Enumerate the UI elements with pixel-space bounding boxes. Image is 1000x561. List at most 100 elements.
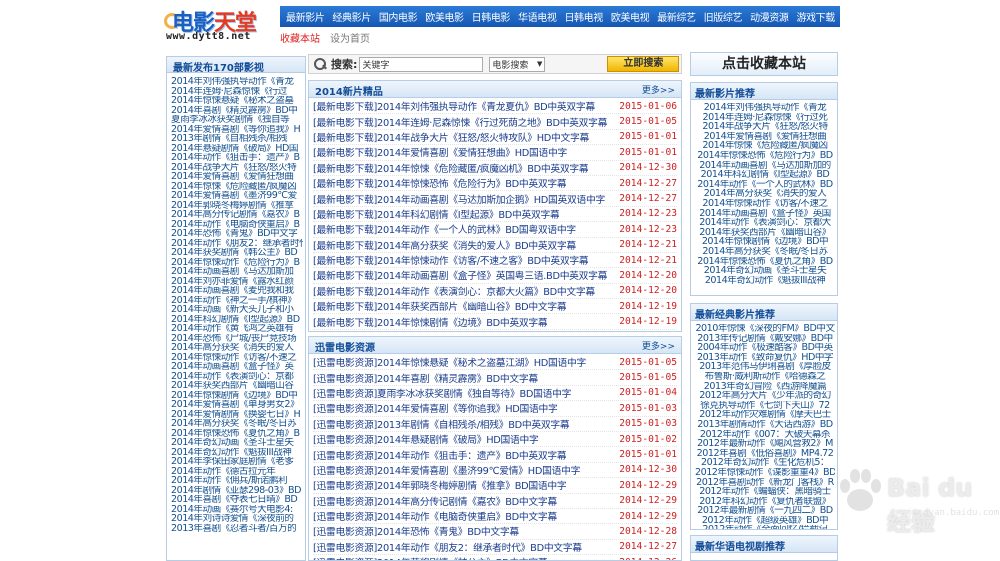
movie-link[interactable]: 2014年高分获奖《冬眠/冬日苏	[171, 419, 303, 429]
recommended-movie-link[interactable]: 2014年惊悚《危险藏匿/疯魔凶	[695, 141, 835, 151]
movie-title-link[interactable]: [迅雷电影资源]2014年动作《狙击手：遗产》BD中英双字幕	[313, 448, 566, 462]
movie-title-link[interactable]: [最新电影下载]2014年惊悚恐怖《危险行为》BD中英双字幕	[313, 176, 566, 190]
movie-link[interactable]: 2014年刘亦菲爱情《露水红颜	[171, 277, 303, 287]
movie-title-link[interactable]: [迅雷电影资源]2014年高分传记剧情《嘉农》BD中文字幕	[313, 494, 557, 508]
recommended-movie-link[interactable]: 2014年获奖西部片《幽暗山谷》	[695, 228, 835, 238]
movie-link[interactable]: 2014年爱情喜剧《等你追我》H	[171, 125, 303, 135]
movie-link[interactable]: 2014年动作《表演剑心：京都	[171, 372, 303, 382]
add-favorite-link[interactable]: 收藏本站	[280, 30, 320, 45]
nav-item[interactable]: 国内电影	[375, 9, 421, 24]
movie-title-link[interactable]: [最新电影下载]2014年动作《表演剑心：京都大火篇》BD中文字幕	[313, 284, 595, 298]
recommended-movie-link[interactable]: 2014年惊悚动作《访客/不速之	[695, 199, 835, 209]
new-movies-more-link[interactable]: 更多>>	[642, 83, 675, 97]
movie-title-link[interactable]: [最新电影下载]2014年惊悚剧情《边境》BD中英双字幕	[313, 315, 547, 329]
movie-title-link[interactable]: [迅雷电影资源]2013年剧情《自相残杀/相残》BD中英双字幕	[313, 417, 569, 431]
classic-movie-link[interactable]: 2013年奇幻冒险《西游降魔篇	[695, 382, 835, 392]
movie-title-link[interactable]: [最新电影下载]2014年科幻剧情《I型起源》BD中英双字幕	[313, 207, 559, 221]
movie-link[interactable]: 2013年喜剧《忍者斗者/百万的	[171, 524, 303, 534]
classic-movie-link[interactable]: 2012年科幻动作《复仇者联盟》	[695, 497, 835, 507]
classic-movie-link[interactable]: 2012年高分大片《少年派的奇幻	[695, 391, 835, 401]
movie-title-link[interactable]: [迅雷电影资源]2014年获奖剧情《韩公主》BD中文字幕	[313, 555, 547, 560]
movie-link[interactable]: 2014年动作《电脑奇侠重启》B	[171, 220, 303, 230]
recommended-movie-link[interactable]: 2014年惊悚恐怖《夏仇之角》BD	[695, 257, 835, 267]
movie-link[interactable]: 2014年动画喜剧《马达加斯加	[171, 267, 303, 277]
movie-link[interactable]: 2014年动作《朋友2：继承者时代	[171, 239, 303, 249]
classic-movie-link[interactable]: 2012年喜剧《低俗喜剧》MP4.72	[695, 449, 835, 459]
search-input[interactable]: 关键字	[359, 56, 484, 72]
movie-link[interactable]: 2014年惊悚动作《危险行为》B	[171, 258, 303, 268]
classic-movie-link[interactable]: 2004年动作《极速酷客》BD中英	[695, 343, 835, 353]
classic-movie-link[interactable]: 徐克执导动作《七剑下天山》72	[695, 401, 835, 411]
recommended-movie-link[interactable]: 2014年动作《一个人的武林》BD	[695, 180, 835, 190]
classic-movie-link[interactable]: 2013年剧情动作《大话西游》BD	[695, 420, 835, 430]
movie-link[interactable]: 2014年惊悚剧情《边境》BD中	[171, 391, 303, 401]
movie-link[interactable]: 2014年爱情喜剧《墨济99℃爱	[171, 191, 303, 201]
movie-title-link[interactable]: [迅雷电影资源]2014年爱情喜剧《墨济99℃爱情》HD国语中字	[313, 463, 580, 477]
movie-title-link[interactable]: [迅雷电影资源]2014年动作《朋友2：继承者时代》BD中文字幕	[313, 540, 582, 554]
recommended-movie-link[interactable]: 2014年动画喜剧《马达加斯加的	[695, 161, 835, 171]
recommended-movie-link[interactable]: 2014年连姆·尼森惊悚《行过死	[695, 113, 835, 123]
movie-link[interactable]: 2014年动作《狙击手：遗产》B	[171, 153, 303, 163]
movie-link[interactable]: 2014年剧情《亚瑟298-03》BD	[171, 486, 303, 496]
movie-link[interactable]: 2014年惊悚恐怖《夏仇之角》B	[171, 429, 303, 439]
movie-link[interactable]: 2014年获奖剧情《韩公主》BD	[171, 248, 303, 258]
movie-title-link[interactable]: [迅雷电影资源]2014年喜剧《精灵霹雳》BD中文字幕	[313, 371, 538, 385]
recommended-movie-link[interactable]: 2014年爱情喜剧《爱情狂想曲	[695, 132, 835, 142]
set-homepage-link[interactable]: 设为首页	[330, 30, 370, 45]
movie-link[interactable]: 2014年惊悚悬疑《秘术之盗墓	[171, 96, 303, 106]
classic-movie-link[interactable]: 2012年最新动作《飓风营救2》M	[695, 439, 835, 449]
favorite-site-button[interactable]: 点击收藏本站	[690, 52, 838, 76]
classic-movie-link[interactable]: 2012年动作《超级英雄》BD中	[695, 516, 835, 526]
nav-item[interactable]: 欧美电视	[607, 9, 653, 24]
search-button[interactable]: 立即搜索	[607, 56, 680, 72]
movie-title-link[interactable]: [最新电影下载]2014年惊悚《危险藏匿/疯魔凶机》BD中英双字幕	[313, 161, 588, 175]
classic-movie-link[interactable]: 2012年奇幻动作《生化危机5：	[695, 458, 835, 468]
movie-link[interactable]: 2014年刘伟强执导动作《青龙	[171, 77, 303, 87]
recommended-movie-link[interactable]: 2014年惊悚恐怖《危险行为》BD	[695, 151, 835, 161]
movie-link[interactable]: 2014年获奖西部片《幽暗山谷	[171, 381, 303, 391]
movie-link[interactable]: 2014年动作《神之一手/棋神》	[171, 296, 303, 306]
movie-link[interactable]: 2014年连姆·尼森惊悚《行过	[171, 87, 303, 97]
classic-movie-link[interactable]: 2012年动作《蝙蝠侠：黑暗骑士	[695, 487, 835, 497]
recommended-movie-link[interactable]: 2014年动画喜剧《盒子怪》英国	[695, 209, 835, 219]
movie-link[interactable]: 2014年动画《赛尔号大电影4:	[171, 505, 303, 515]
classic-movie-link[interactable]: 2013年传记剧情《戴安娜》BD中	[695, 334, 835, 344]
movie-link[interactable]: 2014年惊悚《危险藏匿/疯魔凶	[171, 182, 303, 192]
nav-item[interactable]: 最新综艺	[653, 9, 699, 24]
movie-title-link[interactable]: [迅雷电影资源]2014年悬疑剧情《破局》HD国语中字	[313, 432, 539, 446]
movie-title-link[interactable]: [最新电影下载]2014年高分获奖《消失的爱人》BD中英双字幕	[313, 238, 576, 252]
movie-link[interactable]: 2014年战争大片《狂怒/怒火特	[171, 163, 303, 173]
movie-title-link[interactable]: [最新电影下载]2014年刘伟强执导动作《青龙夏仇》BD中英双字幕	[313, 99, 595, 113]
nav-item[interactable]: 日韩电影	[468, 9, 514, 24]
movie-link[interactable]: 2013年剧情《自相残杀/相残	[171, 134, 303, 144]
movie-title-link[interactable]: [最新电影下载]2014年获奖西部片《幽暗山谷》BD中文字幕	[313, 299, 566, 313]
nav-item[interactable]: 日韩电视	[560, 9, 606, 24]
movie-link[interactable]: 2014年恐怖《尸城/丧尸竞技场	[171, 334, 303, 344]
movie-link[interactable]: 2014年郭晓冬梅婷剧情《推拿	[171, 201, 303, 211]
movie-title-link[interactable]: [迅雷电影资源]2014年郭晓冬梅婷剧情《推拿》BD国语中字	[313, 478, 566, 492]
classic-movie-link[interactable]: 2012年动作《007：大破天幕杀	[695, 430, 835, 440]
movie-title-link[interactable]: [最新电影下载]2014年动作《一个人的武林》BD国粤双语中字	[313, 222, 576, 236]
movie-link[interactable]: 2014年动作《佣兵/斯诺鹏利	[171, 476, 303, 486]
movie-link[interactable]: 2014年爱情喜剧《爱情狂想曲	[171, 172, 303, 182]
nav-item[interactable]: 旧版综艺	[700, 9, 746, 24]
movie-link[interactable]: 2014年动画《新大头儿子和小	[171, 305, 303, 315]
movie-link[interactable]: 2014年刘诗诗爱情《深夜前的	[171, 514, 303, 524]
classic-movie-link[interactable]: 2012年最新剧情《一九四二》BD	[695, 506, 835, 516]
classic-movie-link[interactable]: 2010年惊悚《深夜的FM》BD中文	[695, 324, 835, 334]
movie-link[interactable]: 2014年动作《黄飞鸿之英雄有	[171, 324, 303, 334]
classic-movie-link[interactable]: 2012年动作《全面回忆/拦截记	[695, 525, 835, 529]
movie-link[interactable]: 2014年喜剧《精灵霹雳》BD中	[171, 106, 303, 116]
thunder-resources-more-link[interactable]: 更多>>	[642, 339, 675, 353]
recommended-movie-link[interactable]: 2014年战争大片《狂怒/怒火特	[695, 122, 835, 132]
movie-link[interactable]: 2014年喜剧《夺表七日晴》BD	[171, 495, 303, 505]
recommended-movie-link[interactable]: 2014年惊悚剧情《边境》BD中	[695, 237, 835, 247]
recommended-movie-link[interactable]: 2014年奇幻动画《圣斗士星矢	[695, 266, 835, 276]
movie-title-link[interactable]: [最新电影下载]2014年动画喜剧《盒子怪》英国粤三语.BD中英双字幕	[313, 268, 607, 282]
movie-title-link[interactable]: [最新电影下载]2014年动画喜剧《马达加斯加企鹅》HD国英双语中字	[313, 192, 605, 206]
movie-link[interactable]: 2014年奇幻动画《圣斗士星矢	[171, 438, 303, 448]
movie-link[interactable]: 2014年李保田家庭剧情《老爹	[171, 457, 303, 467]
movie-link[interactable]: 2014年高分获奖《消失的爱人	[171, 343, 303, 353]
nav-item[interactable]: 华语电视	[514, 9, 560, 24]
search-type-select[interactable]: 电影搜索 ▼	[489, 56, 546, 72]
